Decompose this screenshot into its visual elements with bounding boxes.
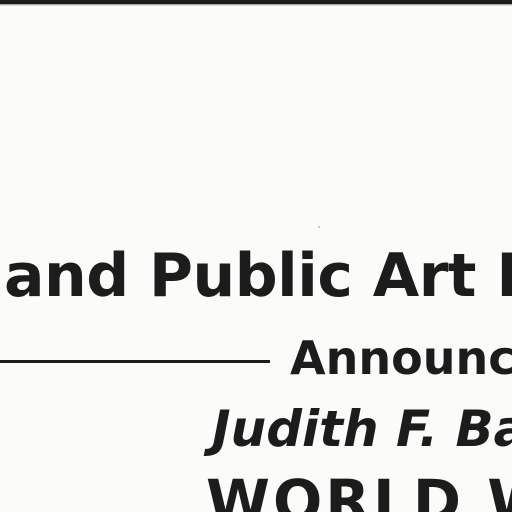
scan-top-edge bbox=[0, 0, 512, 6]
author-line: Judith F. Ba bbox=[212, 400, 512, 458]
heading-line: WORLD W bbox=[206, 467, 512, 512]
title-line: and Public Art F bbox=[4, 241, 512, 311]
document-page: and Public Art F Announce Judith F. Ba W… bbox=[0, 0, 512, 512]
announcement-line: Announce bbox=[290, 331, 512, 385]
horizontal-rule bbox=[0, 360, 270, 363]
scan-speck bbox=[318, 226, 320, 228]
